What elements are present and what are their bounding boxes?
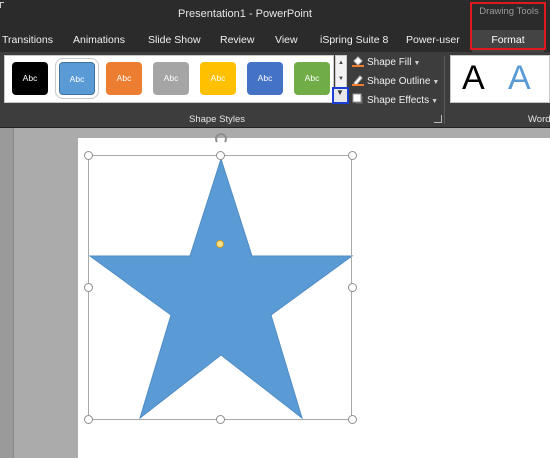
resize-handle[interactable] — [216, 151, 225, 160]
selection-frame — [88, 155, 352, 420]
resize-handle[interactable] — [348, 151, 357, 160]
resize-handle[interactable] — [348, 283, 357, 292]
resize-handle[interactable] — [84, 283, 93, 292]
rotate-handle-icon[interactable] — [214, 133, 228, 147]
resize-handle[interactable] — [84, 415, 93, 424]
resize-handle[interactable] — [348, 415, 357, 424]
adjustment-handle[interactable] — [216, 240, 224, 248]
resize-handle[interactable] — [216, 415, 225, 424]
resize-handle[interactable] — [84, 151, 93, 160]
